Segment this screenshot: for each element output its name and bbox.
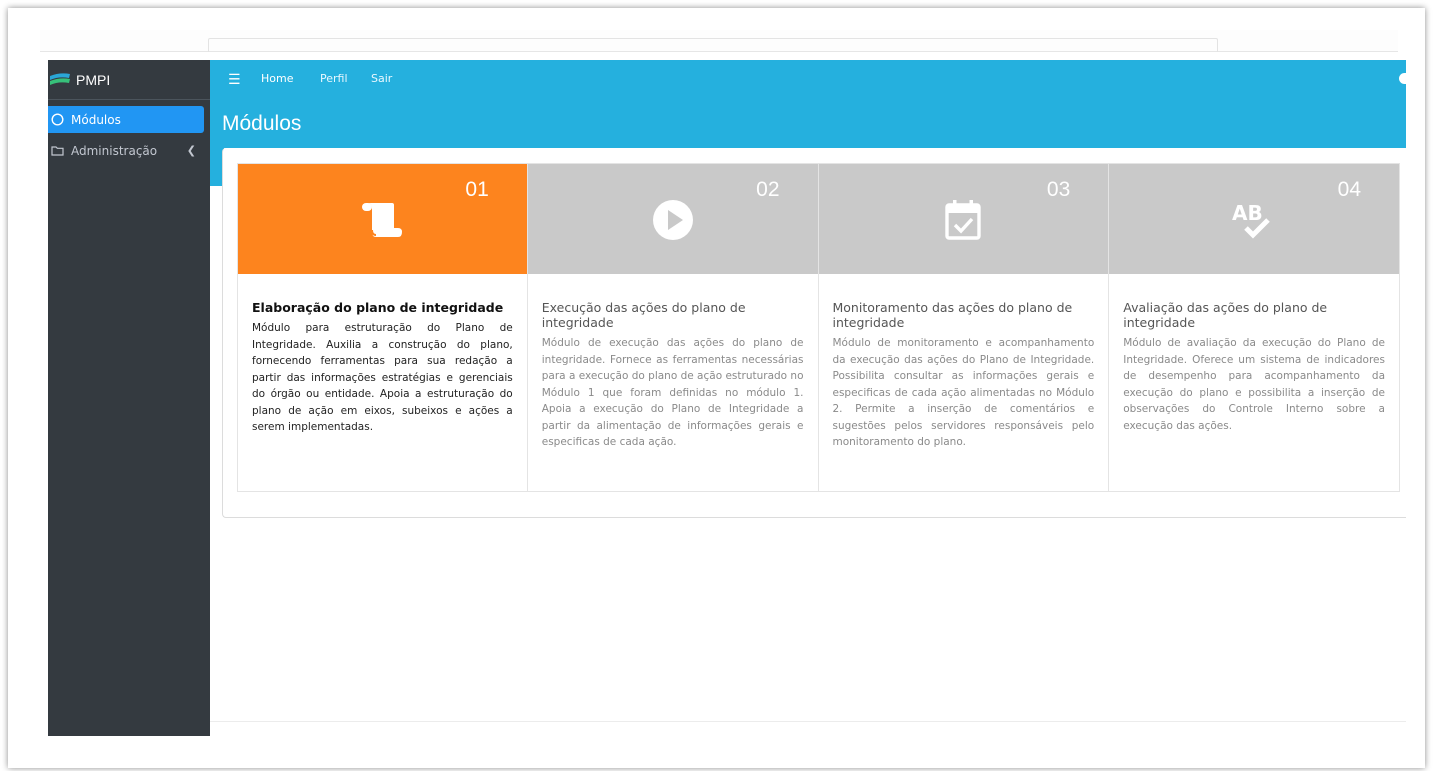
module-header: AB 04 bbox=[1109, 164, 1399, 274]
brand-name: PMPI bbox=[76, 71, 111, 88]
top-navbar: ☰ Home Perfil Sair bbox=[210, 60, 1407, 98]
module-header: 03 bbox=[818, 164, 1109, 274]
play-circle-icon bbox=[647, 194, 699, 246]
module-card-03[interactable]: 03 Monitoramento das ações do plano de i… bbox=[818, 163, 1110, 492]
sidebar-item-label: Administração bbox=[71, 143, 158, 158]
module-header: 01 bbox=[238, 164, 527, 274]
module-title: Elaboração do plano de integridade bbox=[252, 300, 504, 315]
svg-text:AB: AB bbox=[1232, 201, 1263, 225]
menu-icon[interactable]: ☰ bbox=[228, 72, 241, 88]
nav-link-sair[interactable]: Sair bbox=[371, 72, 392, 85]
calendar-check-icon bbox=[937, 194, 989, 246]
brand[interactable]: PMPI bbox=[48, 60, 210, 100]
scroll-icon bbox=[356, 194, 408, 246]
module-number: 03 bbox=[1046, 178, 1071, 201]
sidebar-item-label: Módulos bbox=[71, 112, 121, 127]
module-number: 02 bbox=[756, 178, 780, 201]
chevron-left-icon[interactable]: ❮ bbox=[187, 144, 196, 157]
sidebar-item-modulos[interactable]: Módulos bbox=[48, 106, 204, 133]
content-header: Módulos bbox=[210, 98, 1406, 148]
module-description: Módulo para estruturação do Plano de Int… bbox=[252, 322, 513, 433]
module-header: 02 bbox=[527, 164, 818, 274]
circle-icon bbox=[50, 113, 64, 127]
module-description: Módulo de execução das ações do plano de… bbox=[541, 337, 804, 448]
module-title: Avaliação das ações do plano de integrid… bbox=[1123, 300, 1328, 330]
module-description: Módulo de monitoramento e acompanhamento… bbox=[832, 337, 1095, 448]
browser-toolbar bbox=[40, 30, 1398, 52]
footer-divider bbox=[210, 721, 1406, 722]
nav-link-home[interactable]: Home bbox=[261, 72, 293, 85]
sidebar: PMPI Módulos Administração ❮ bbox=[48, 60, 210, 736]
spell-check-icon: AB bbox=[1228, 194, 1280, 246]
module-card-04[interactable]: AB 04 Avaliação das ações do plano de in… bbox=[1109, 163, 1400, 492]
folder-icon bbox=[50, 144, 64, 158]
module-card-01[interactable]: 01 Elaboração do plano de integridade Mó… bbox=[237, 163, 528, 492]
toggle-icon[interactable] bbox=[1399, 73, 1407, 84]
page-title: Módulos bbox=[222, 112, 302, 135]
modules-grid: 01 Elaboração do plano de integridade Mó… bbox=[237, 163, 1400, 492]
module-card-02[interactable]: 02 Execução das ações do plano de integr… bbox=[527, 163, 819, 492]
module-title: Monitoramento das ações do plano de inte… bbox=[832, 300, 1073, 330]
module-description: Módulo de avaliação da execução do Plano… bbox=[1123, 337, 1385, 432]
brand-logo-icon bbox=[50, 72, 70, 85]
module-number: 04 bbox=[1337, 178, 1361, 201]
nav-link-perfil[interactable]: Perfil bbox=[320, 72, 348, 85]
sidebar-item-administracao[interactable]: Administração ❮ bbox=[48, 137, 210, 164]
module-title: Execução das ações do plano de integrida… bbox=[541, 300, 746, 330]
address-bar[interactable] bbox=[208, 38, 1218, 52]
module-number: 01 bbox=[465, 178, 489, 201]
